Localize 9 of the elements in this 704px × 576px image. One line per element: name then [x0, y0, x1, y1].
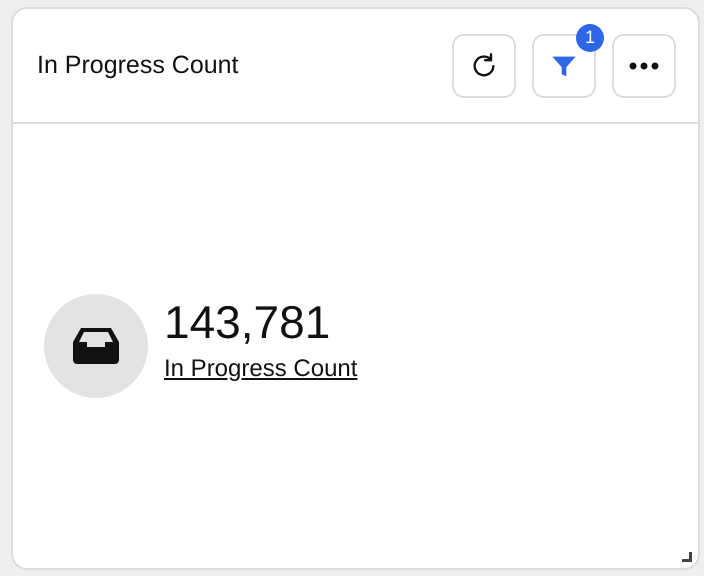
count-badge: 1 — [576, 24, 604, 52]
more-icon — [629, 62, 659, 70]
refresh-button[interactable] — [452, 34, 516, 98]
metric-value: 143,781 — [164, 295, 332, 349]
inbox-tray-icon — [73, 328, 119, 364]
resize-handle-icon[interactable] — [682, 552, 692, 562]
card-title: In Progress Count — [37, 51, 240, 80]
metric-link[interactable]: In Progress Count — [164, 355, 358, 383]
more-button[interactable] — [612, 34, 676, 98]
